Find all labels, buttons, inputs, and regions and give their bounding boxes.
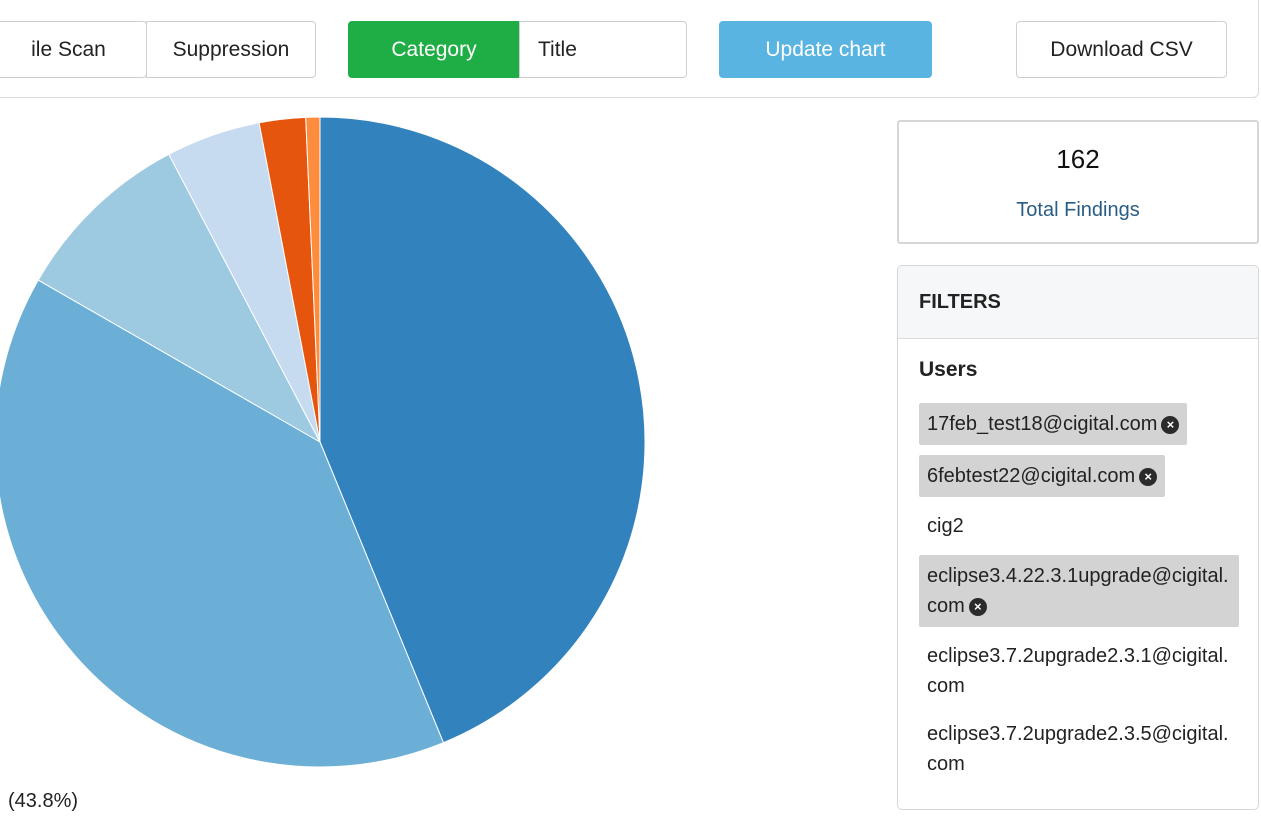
remove-filter-icon[interactable]: ×: [1139, 467, 1158, 486]
file-scan-button[interactable]: ile Scan: [0, 21, 147, 78]
download-csv-button[interactable]: Download CSV: [1016, 21, 1227, 78]
total-findings-count: 162: [1056, 144, 1100, 174]
user-filter-label: 6febtest22@cigital.com: [927, 465, 1136, 487]
total-findings-label: Total Findings: [1016, 199, 1140, 221]
user-filter-item[interactable]: eclipse3.7.2upgrade2.3.5@cigital.com: [919, 715, 1239, 783]
user-filter-label: eclipse3.7.2upgrade2.3.5@cigital.com: [927, 723, 1229, 775]
title-toggle[interactable]: Title: [519, 21, 687, 78]
user-filter-label: 17feb_test18@cigital.com: [927, 413, 1158, 435]
update-chart-button[interactable]: Update chart: [719, 21, 932, 78]
filters-header: FILTERS: [898, 266, 1258, 339]
suppression-button[interactable]: Suppression: [146, 21, 316, 78]
pie-legend-label: (43.8%): [8, 790, 79, 812]
pie-chart-svg: [0, 116, 646, 768]
user-filter-item[interactable]: 17feb_test18@cigital.com ×: [919, 403, 1188, 445]
user-filter-list: 17feb_test18@cigital.com × 6febtest22@cigi…: [919, 403, 1239, 793]
filters-panel: FILTERS Users 17feb_test18@cigital.com × 6…: [897, 265, 1259, 810]
user-filter-item[interactable]: cig2: [919, 507, 1239, 545]
user-filter-item[interactable]: 6febtest22@cigital.com ×: [919, 455, 1166, 497]
total-findings-card: 162 Total Findings: [897, 120, 1259, 244]
remove-filter-icon[interactable]: ×: [1161, 415, 1180, 434]
users-heading: Users: [919, 358, 978, 381]
remove-filter-icon[interactable]: ×: [968, 597, 987, 616]
user-filter-item[interactable]: eclipse3.4.22.3.1upgrade@cigital.com ×: [919, 555, 1239, 627]
category-pie-chart: [0, 98, 870, 798]
user-filter-label: cig2: [927, 515, 964, 537]
user-filter-item[interactable]: eclipse3.7.2upgrade2.3.1@cigital.com: [919, 637, 1239, 705]
category-toggle[interactable]: Category: [348, 21, 520, 78]
user-filter-label: eclipse3.7.2upgrade2.3.1@cigital.com: [927, 645, 1229, 697]
